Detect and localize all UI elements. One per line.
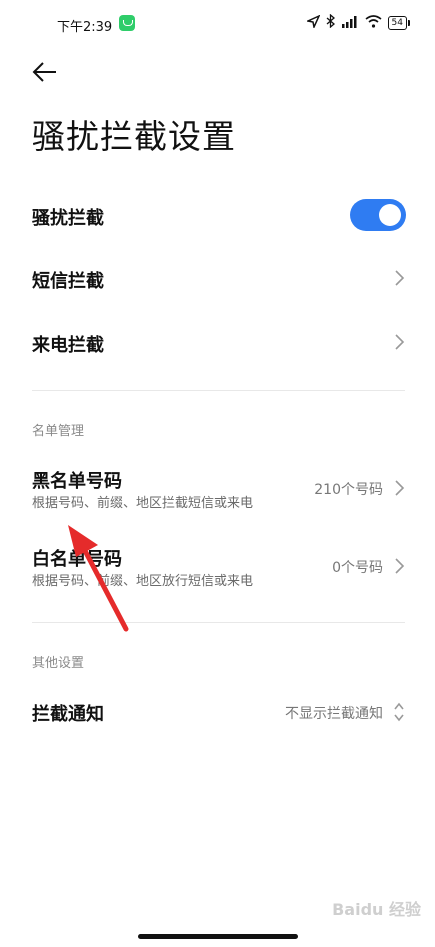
intercept-notification-label: 拦截通知 (32, 704, 104, 725)
sms-intercept-label: 短信拦截 (32, 271, 104, 292)
toggle-knob (379, 204, 401, 226)
signal-icon (341, 15, 359, 32)
blacklist-description: 根据号码、前缀、地区拦截短信或来电 (32, 496, 254, 511)
baidu-watermark: Baidu 经验 (332, 900, 421, 919)
chevron-right-icon (395, 270, 405, 286)
chevron-up-down-icon (394, 702, 404, 722)
intercept-notification-value: 不显示拦截通知 (285, 706, 383, 722)
page-title: 骚扰拦截设置 (32, 117, 236, 156)
location-icon (305, 13, 321, 32)
status-time: 下午2:39 (57, 20, 113, 35)
blacklist-row[interactable]: 黑名单号码 根据号码、前缀、地区拦截短信或来电 210个号码 (0, 462, 435, 522)
divider (32, 390, 405, 391)
sms-intercept-row[interactable]: 短信拦截 (0, 253, 435, 305)
chevron-right-icon (395, 480, 405, 496)
harassment-intercept-row[interactable]: 骚扰拦截 (0, 190, 435, 242)
section-header-other-settings: 其他设置 (32, 656, 85, 671)
back-button[interactable] (30, 58, 62, 86)
intercept-notification-row[interactable]: 拦截通知 不显示拦截通知 (0, 690, 435, 736)
home-indicator[interactable] (138, 934, 298, 939)
chevron-right-icon (395, 558, 405, 574)
wifi-icon (365, 14, 382, 32)
blacklist-count: 210个号码 (314, 482, 383, 498)
back-arrow-icon (32, 62, 56, 82)
status-icons: 54 (305, 13, 411, 32)
chevron-right-icon (395, 334, 405, 350)
status-bar: 下午2:39 54 (0, 0, 435, 50)
call-intercept-label: 来电拦截 (32, 335, 104, 356)
whitelist-count: 0个号码 (332, 560, 383, 576)
call-intercept-row[interactable]: 来电拦截 (0, 317, 435, 369)
annotation-arrow (68, 525, 129, 632)
harassment-intercept-toggle[interactable] (350, 199, 406, 231)
bluetooth-icon (326, 13, 335, 32)
section-header-list-management: 名单管理 (32, 424, 85, 439)
harassment-intercept-label: 骚扰拦截 (32, 208, 104, 229)
blacklist-label: 黑名单号码 (32, 471, 122, 492)
battery-icon: 54 (387, 16, 411, 30)
wechat-notification-icon (119, 15, 135, 31)
